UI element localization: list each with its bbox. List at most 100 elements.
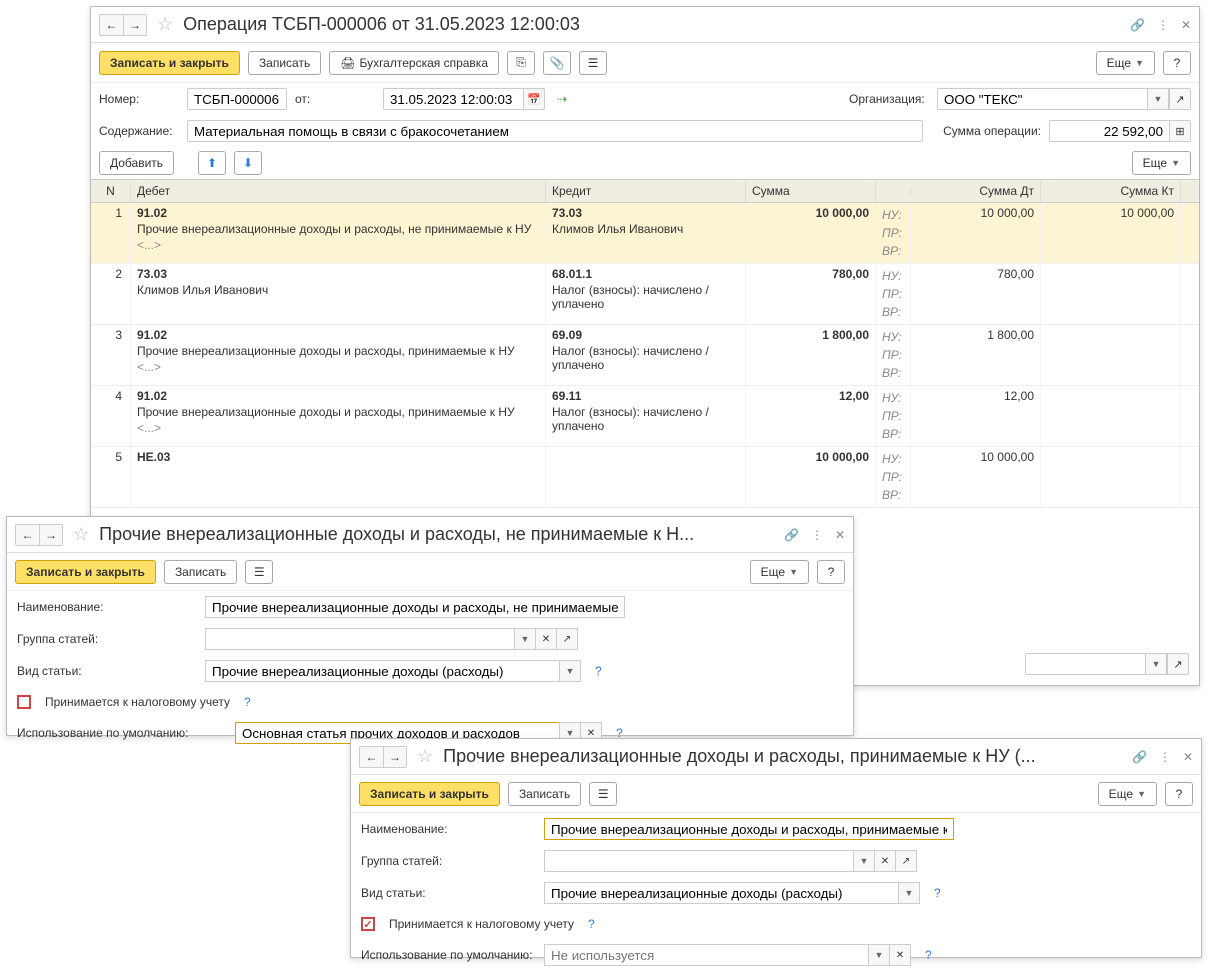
footer-open-icon[interactable]: ↗	[1167, 653, 1189, 675]
group-dropdown[interactable]: ▼	[514, 628, 536, 650]
list-button[interactable]: ☰	[589, 782, 617, 806]
row-sdt: 12,00	[911, 386, 1041, 446]
row-debit: 91.02Прочие внереализационные доходы и р…	[131, 386, 546, 446]
save-close-button[interactable]: Записать и закрыть	[15, 560, 156, 584]
more-button[interactable]: Еще ▼	[750, 560, 809, 584]
org-open-icon[interactable]: ↗	[1169, 88, 1191, 110]
nav-back-button[interactable]: ←	[15, 524, 39, 546]
close-icon[interactable]: ✕	[1183, 750, 1193, 764]
table-row[interactable]: 391.02Прочие внереализационные доходы и …	[91, 325, 1199, 386]
move-up-button[interactable]: ⬆	[198, 151, 226, 175]
group-open[interactable]: ↗	[895, 850, 917, 872]
tax-label: Принимается к налоговому учету	[45, 695, 230, 709]
chevron-down-icon: ▼	[1135, 58, 1144, 68]
row-skt	[1041, 325, 1181, 385]
menu-icon[interactable]: ⋮	[811, 528, 823, 542]
org-label: Организация:	[849, 92, 929, 106]
nav-forward-button[interactable]: →	[39, 524, 63, 546]
table-more-button[interactable]: Еще ▼	[1132, 151, 1191, 175]
attach-button[interactable]: 📎	[543, 51, 571, 75]
org-input[interactable]	[937, 88, 1147, 110]
help-icon[interactable]: ?	[925, 948, 932, 962]
default-clear[interactable]: ✕	[889, 944, 911, 966]
tax-checkbox[interactable]	[17, 695, 31, 709]
help-button[interactable]: ?	[1163, 51, 1191, 75]
type-dropdown[interactable]: ▼	[559, 660, 581, 682]
save-button[interactable]: Записать	[508, 782, 581, 806]
table-row[interactable]: 273.03Климов Илья Иванович68.01.1Налог (…	[91, 264, 1199, 325]
row-credit: 69.09Налог (взносы): начислено / уплачен…	[546, 325, 746, 385]
name-input[interactable]	[544, 818, 954, 840]
group-open[interactable]: ↗	[556, 628, 578, 650]
link-icon[interactable]: 🔗	[1130, 18, 1145, 32]
accounting-ref-button[interactable]: 🖨 Бухгалтерская справка	[329, 51, 499, 75]
date-input[interactable]	[383, 88, 523, 110]
list-button[interactable]: ☰	[579, 51, 607, 75]
row-sum: 780,00	[746, 264, 876, 324]
content-input[interactable]	[187, 120, 923, 142]
close-icon[interactable]: ✕	[835, 528, 845, 542]
more-button[interactable]: Еще ▼	[1098, 782, 1157, 806]
footer-dropdown-icon[interactable]: ▼	[1145, 653, 1167, 675]
footer-input[interactable]	[1025, 653, 1145, 675]
opsum-calc-icon[interactable]: ⊞	[1169, 120, 1191, 142]
row-n: 2	[91, 264, 131, 324]
table-row[interactable]: 5НЕ.0310 000,00НУ:ПР:ВР:10 000,00	[91, 447, 1199, 508]
default-label: Использование по умолчанию:	[17, 726, 227, 740]
table-row[interactable]: 491.02Прочие внереализационные доходы и …	[91, 386, 1199, 447]
save-close-button[interactable]: Записать и закрыть	[359, 782, 500, 806]
row-debit: 91.02Прочие внереализационные доходы и р…	[131, 325, 546, 385]
favorite-icon[interactable]: ☆	[73, 524, 89, 545]
content-label: Содержание:	[99, 124, 179, 138]
number-input[interactable]	[187, 88, 287, 110]
group-dropdown[interactable]: ▼	[853, 850, 875, 872]
group-label: Группа статей:	[17, 632, 197, 646]
type-input[interactable]	[544, 882, 899, 904]
main-toolbar: Записать и закрыть Записать 🖨 Бухгалтерс…	[91, 43, 1199, 83]
close-icon[interactable]: ✕	[1181, 18, 1191, 32]
type-dropdown[interactable]: ▼	[898, 882, 920, 904]
menu-icon[interactable]: ⋮	[1157, 18, 1169, 32]
copy-button[interactable]: ⎘	[507, 51, 535, 75]
help-icon[interactable]: ?	[244, 695, 251, 709]
type-input[interactable]	[205, 660, 560, 682]
help-button[interactable]: ?	[817, 560, 845, 584]
group-input[interactable]	[205, 628, 515, 650]
link-icon[interactable]: 🔗	[1132, 750, 1147, 764]
help-icon[interactable]: ?	[588, 917, 595, 931]
list-button[interactable]: ☰	[245, 560, 273, 584]
group-input[interactable]	[544, 850, 854, 872]
nav-forward-button[interactable]: →	[123, 14, 147, 36]
menu-icon[interactable]: ⋮	[1159, 750, 1171, 764]
nav-forward-button[interactable]: →	[383, 746, 407, 768]
window-title: Прочие внереализационные доходы и расход…	[99, 524, 778, 545]
save-button[interactable]: Записать	[164, 560, 237, 584]
row-debit: 73.03Климов Илья Иванович	[131, 264, 546, 324]
table-header: N Дебет Кредит Сумма Сумма Дт Сумма Кт	[91, 179, 1199, 203]
default-dropdown[interactable]: ▼	[868, 944, 890, 966]
favorite-icon[interactable]: ☆	[417, 746, 433, 767]
add-row-button[interactable]: Добавить	[99, 151, 174, 175]
tax-checkbox[interactable]	[361, 917, 375, 931]
nav-back-button[interactable]: ←	[99, 14, 123, 36]
table-row[interactable]: 191.02Прочие внереализационные доходы и …	[91, 203, 1199, 264]
link-icon[interactable]: 🔗	[784, 528, 799, 542]
name-input[interactable]	[205, 596, 625, 618]
group-clear[interactable]: ✕	[535, 628, 557, 650]
help-icon[interactable]: ?	[595, 664, 602, 678]
nav-back-button[interactable]: ←	[359, 746, 383, 768]
more-button[interactable]: Еще ▼	[1096, 51, 1155, 75]
save-button[interactable]: Записать	[248, 51, 321, 75]
col-debit: Дебет	[131, 180, 546, 202]
move-down-button[interactable]: ⬇	[234, 151, 262, 175]
help-button[interactable]: ?	[1165, 782, 1193, 806]
opsum-input[interactable]	[1049, 120, 1169, 142]
group-clear[interactable]: ✕	[874, 850, 896, 872]
save-close-button[interactable]: Записать и закрыть	[99, 51, 240, 75]
calendar-icon[interactable]: 📅	[523, 88, 545, 110]
apply-date-icon[interactable]: ⇢	[557, 92, 567, 106]
favorite-icon[interactable]: ☆	[157, 14, 173, 35]
org-dropdown-icon[interactable]: ▼	[1147, 88, 1169, 110]
help-icon[interactable]: ?	[934, 886, 941, 900]
default-input[interactable]	[544, 944, 869, 966]
